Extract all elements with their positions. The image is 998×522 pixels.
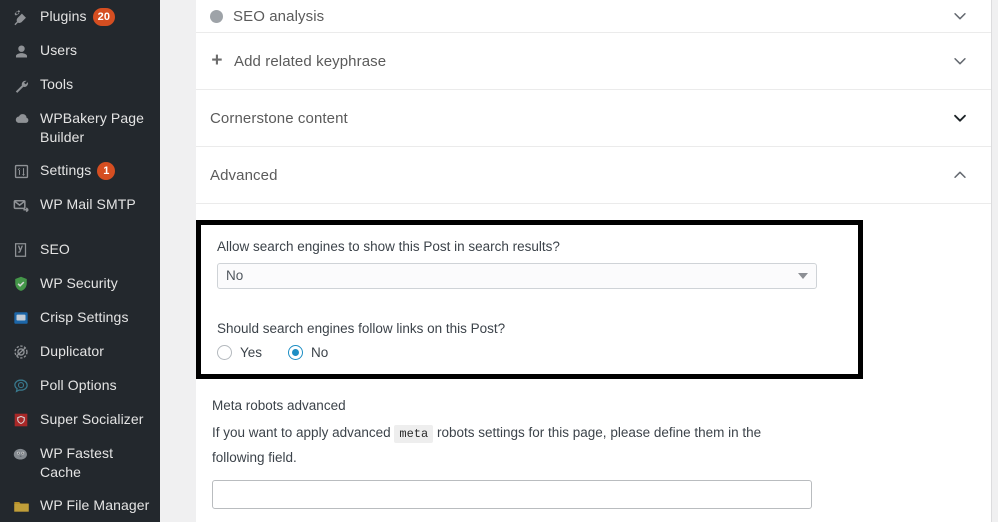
sidebar-item-wp-file-manager[interactable]: WP File Manager xyxy=(0,489,160,522)
settings-update-badge: 1 xyxy=(97,162,116,181)
sidebar-item-label: Users xyxy=(40,42,78,58)
radio-icon xyxy=(217,345,232,360)
sidebar-item-label: SEO xyxy=(40,241,70,257)
allow-index-select[interactable]: No xyxy=(217,263,817,289)
section-advanced[interactable]: Advanced xyxy=(196,147,991,204)
section-title: + Add related keyphrase xyxy=(211,50,387,71)
follow-links-radio-no[interactable]: No xyxy=(288,345,328,360)
radio-label: Yes xyxy=(240,345,263,360)
radio-label: No xyxy=(311,345,329,360)
cloud-icon xyxy=(8,109,34,129)
sidebar-item-label: WP File Manager xyxy=(40,497,150,513)
follow-links-radio-group: Yes No xyxy=(217,345,842,360)
sidebar-item-label: WP Security xyxy=(40,275,118,291)
meta-robots-advanced-section: Meta robots advanced If you want to appl… xyxy=(196,396,991,509)
meta-desc-before: If you want to apply advanced xyxy=(212,425,391,440)
speech-bubble-icon xyxy=(8,376,34,396)
follow-links-radio-yes[interactable]: Yes xyxy=(217,345,262,360)
sidebar-item-poll-options[interactable]: Poll Options xyxy=(0,369,160,403)
sidebar-item-label: Tools xyxy=(40,76,74,92)
section-cornerstone-content[interactable]: Cornerstone content xyxy=(196,90,991,147)
sidebar-item-label: Duplicator xyxy=(40,343,105,359)
sidebar-item-label: Super Socializer xyxy=(40,411,144,427)
sidebar-item-super-socializer[interactable]: Super Socializer xyxy=(0,403,160,437)
sidebar-item-label: WP Mail SMTP xyxy=(40,196,136,212)
sidebar-item-users[interactable]: Users xyxy=(0,34,160,68)
sidebar-item-settings[interactable]: Settings 1 xyxy=(0,154,160,188)
plugins-update-badge: 20 xyxy=(92,8,116,27)
meta-robots-advanced-input[interactable] xyxy=(212,480,812,509)
yoast-metabox-panel: SEO analysis + Add related keyphrase Cor… xyxy=(196,0,992,522)
sidebar-item-label: WPBakery Page Builder xyxy=(40,110,145,145)
cheetah-icon xyxy=(8,444,34,464)
highlight-annotation-box: Allow search engines to show this Post i… xyxy=(196,220,863,379)
folder-icon xyxy=(8,496,34,516)
plus-icon: + xyxy=(211,50,223,71)
super-shield-icon xyxy=(8,410,34,430)
section-title: Advanced xyxy=(210,166,278,184)
sidebar-item-seo[interactable]: SEO xyxy=(0,233,160,267)
sidebar-item-tools[interactable]: Tools xyxy=(0,68,160,102)
user-icon xyxy=(8,41,34,61)
sidebar-divider xyxy=(0,222,160,233)
wordpress-admin-screen: Plugins 20 Users Tools WPBakery Page Buil… xyxy=(0,0,998,522)
meta-robots-advanced-description: If you want to apply advanced meta robot… xyxy=(212,421,817,469)
meta-robots-advanced-title: Meta robots advanced xyxy=(212,398,346,413)
yoast-seo-icon xyxy=(8,240,34,260)
section-seo-analysis[interactable]: SEO analysis xyxy=(196,0,991,33)
chevron-down-icon[interactable] xyxy=(951,52,969,70)
sidebar-item-label: WP Fastest Cache xyxy=(40,445,114,480)
sidebar-item-label: Plugins 20 xyxy=(40,7,160,27)
panel-right-edge xyxy=(992,0,998,522)
radio-selected-icon xyxy=(288,345,304,360)
chevron-down-icon[interactable] xyxy=(951,109,969,127)
chevron-up-icon[interactable] xyxy=(951,166,969,184)
sidebar-item-duplicator[interactable]: Duplicator xyxy=(0,335,160,369)
allow-index-label: Allow search engines to show this Post i… xyxy=(217,239,560,254)
follow-links-label: Should search engines follow links on th… xyxy=(217,321,506,336)
sidebar-item-label: Poll Options xyxy=(40,377,117,393)
sidebar-item-wpbakery-page-builder[interactable]: WPBakery Page Builder xyxy=(0,102,160,154)
chat-monitor-icon xyxy=(8,308,34,328)
shield-check-icon xyxy=(8,274,34,294)
sidebar-item-wp-fastest-cache[interactable]: WP Fastest Cache xyxy=(0,437,160,489)
sidebar-item-plugins[interactable]: Plugins 20 xyxy=(0,0,160,34)
section-add-related-keyphrase[interactable]: + Add related keyphrase xyxy=(196,33,991,90)
admin-sidebar: Plugins 20 Users Tools WPBakery Page Buil… xyxy=(0,0,160,522)
section-title: Cornerstone content xyxy=(210,109,348,127)
sidebar-item-wp-mail-smtp[interactable]: WP Mail SMTP xyxy=(0,188,160,222)
envelope-icon xyxy=(8,195,34,215)
sidebar-item-wp-security[interactable]: WP Security xyxy=(0,267,160,301)
duplicator-gear-icon xyxy=(8,342,34,362)
meta-code-token: meta xyxy=(394,425,434,443)
sliders-icon xyxy=(8,161,34,181)
section-title: SEO analysis xyxy=(210,8,951,25)
sidebar-item-label: Settings 1 xyxy=(40,161,160,181)
advanced-section-body: Allow search engines to show this Post i… xyxy=(196,204,991,509)
plug-icon xyxy=(8,7,34,27)
wrench-icon xyxy=(8,75,34,95)
sidebar-item-crisp-settings[interactable]: Crisp Settings xyxy=(0,301,160,335)
chevron-down-icon[interactable] xyxy=(951,7,969,25)
sidebar-content-gap xyxy=(160,0,196,522)
sidebar-item-label: Crisp Settings xyxy=(40,309,129,325)
gray-bullet-icon xyxy=(210,9,223,23)
allow-index-select-wrapper: No xyxy=(217,263,817,289)
